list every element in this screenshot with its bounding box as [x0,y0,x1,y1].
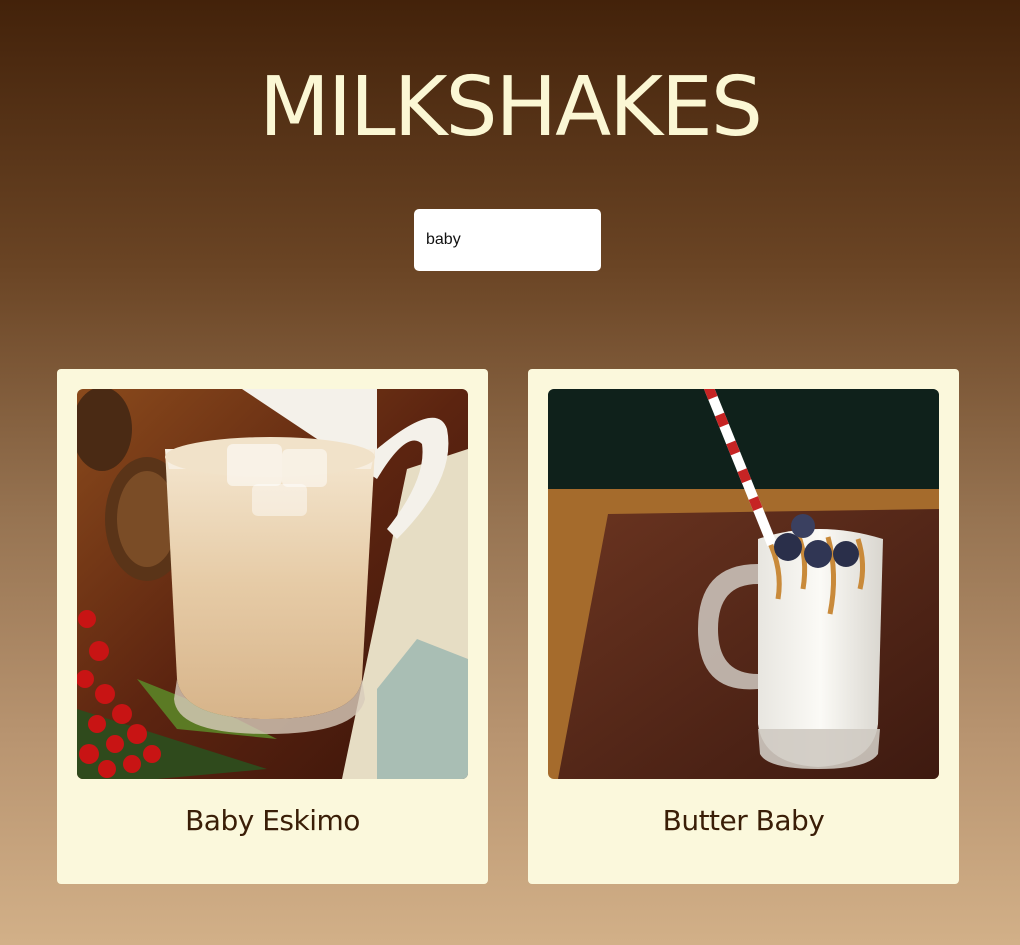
result-card[interactable]: Baby Eskimo [57,369,488,884]
result-card-title[interactable]: Baby Eskimo [57,799,488,843]
result-card[interactable]: Butter Baby [528,369,959,884]
result-card-title[interactable]: Butter Baby [528,799,959,843]
page-title: MILKSHAKES [259,60,763,155]
drink-photo[interactable] [548,389,939,779]
drink-photo[interactable] [77,389,468,779]
search-input[interactable] [414,209,601,271]
